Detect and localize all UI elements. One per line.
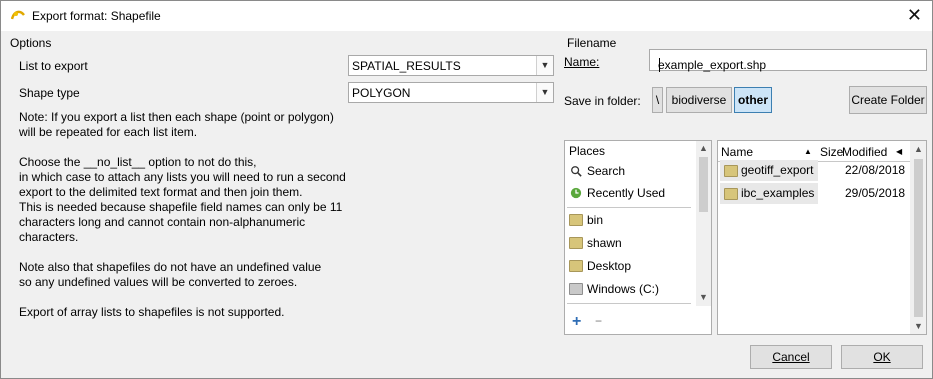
note-paragraph: Export of array lists to shapefiles is n… xyxy=(19,305,285,319)
create-folder-button[interactable]: Create Folder xyxy=(849,86,927,114)
options-heading: Options xyxy=(10,36,52,50)
sort-ascending-icon: ▲ xyxy=(804,147,812,156)
cancel-button[interactable]: Cancel xyxy=(750,345,832,369)
scroll-up-icon[interactable]: ▲ xyxy=(699,143,708,153)
place-shawn[interactable]: shawn xyxy=(569,233,622,253)
search-icon xyxy=(571,166,582,177)
files-scrollbar[interactable]: ▲ ▼ xyxy=(910,141,926,334)
note-paragraph: Note also that shapefiles do not have an… xyxy=(19,260,322,289)
scroll-thumb[interactable] xyxy=(699,157,708,212)
list-to-export-select[interactable]: SPATIAL_RESULTS ▼ xyxy=(348,55,554,76)
file-modified: 29/05/2018 xyxy=(845,186,906,200)
place-search[interactable]: Search xyxy=(569,161,625,181)
list-to-export-label: List to export xyxy=(19,59,88,73)
recent-icon xyxy=(570,187,582,199)
list-to-export-value: SPATIAL_RESULTS xyxy=(352,59,461,73)
save-in-folder-label: Save in folder: xyxy=(564,94,641,108)
breadcrumb-other[interactable]: other xyxy=(734,87,772,113)
chevron-down-icon: ▼ xyxy=(536,56,553,75)
file-name: geotiff_export xyxy=(741,163,814,177)
folder-icon xyxy=(569,260,583,272)
breadcrumb-biodiverse[interactable]: biodiverse xyxy=(666,87,732,113)
app-logo-icon xyxy=(11,10,25,20)
window-title: Export format: Shapefile xyxy=(32,9,161,23)
scroll-down-icon[interactable]: ▼ xyxy=(914,321,923,331)
filename-input[interactable]: example_export.shp xyxy=(649,49,927,72)
column-overflow-icon: ◀ xyxy=(896,147,903,156)
shape-type-select[interactable]: POLYGON ▼ xyxy=(348,82,554,103)
table-row[interactable]: ibc_examples xyxy=(720,183,818,204)
place-desktop[interactable]: Desktop xyxy=(569,256,631,276)
chevron-down-icon: ▼ xyxy=(536,83,553,102)
scroll-down-icon[interactable]: ▼ xyxy=(699,292,708,302)
folder-icon xyxy=(569,237,583,249)
folder-icon xyxy=(724,188,738,200)
folder-icon xyxy=(724,165,738,177)
note-paragraph: Note: If you export a list then each sha… xyxy=(19,110,334,139)
place-windows-c[interactable]: Windows (C:) xyxy=(569,279,659,299)
path-back-button[interactable]: \ xyxy=(652,87,663,113)
scroll-up-icon[interactable]: ▲ xyxy=(914,144,923,154)
shape-type-value: POLYGON xyxy=(352,86,411,100)
folder-icon xyxy=(569,214,583,226)
scroll-thumb[interactable] xyxy=(914,159,923,317)
name-label: Name: xyxy=(564,55,600,69)
export-notes: Note: If you export a list then each sha… xyxy=(19,110,349,335)
file-modified: 22/08/2018 xyxy=(845,163,906,177)
column-header-size[interactable]: Size xyxy=(820,143,843,161)
places-scrollbar[interactable]: ▲ ▼ xyxy=(696,141,711,306)
ok-button[interactable]: OK xyxy=(841,345,923,369)
places-panel: Places Search Recently Used bin shawn De… xyxy=(564,140,712,335)
table-row[interactable]: geotiff_export xyxy=(720,160,818,181)
add-place-icon[interactable]: + xyxy=(572,313,581,331)
close-icon[interactable]: ✕ xyxy=(907,6,922,24)
column-header-modified[interactable]: Modified xyxy=(842,143,887,161)
filename-heading: Filename xyxy=(567,36,617,50)
files-panel: Name ▲ Size Modified ◀ geotiff_export 22… xyxy=(717,140,927,335)
places-heading: Places xyxy=(569,144,606,158)
place-bin[interactable]: bin xyxy=(569,210,603,230)
drive-icon xyxy=(569,283,583,295)
title-bar: Export format: Shapefile ✕ xyxy=(1,1,932,31)
export-dialog: Export format: Shapefile ✕ Options List … xyxy=(0,0,933,379)
place-recently-used[interactable]: Recently Used xyxy=(569,183,665,203)
column-header-name[interactable]: Name xyxy=(721,143,753,161)
remove-place-icon[interactable]: − xyxy=(595,314,602,328)
shape-type-label: Shape type xyxy=(19,86,80,100)
note-paragraph: Choose the __no_list__ option to not do … xyxy=(19,155,346,244)
file-name: ibc_examples xyxy=(741,186,815,200)
